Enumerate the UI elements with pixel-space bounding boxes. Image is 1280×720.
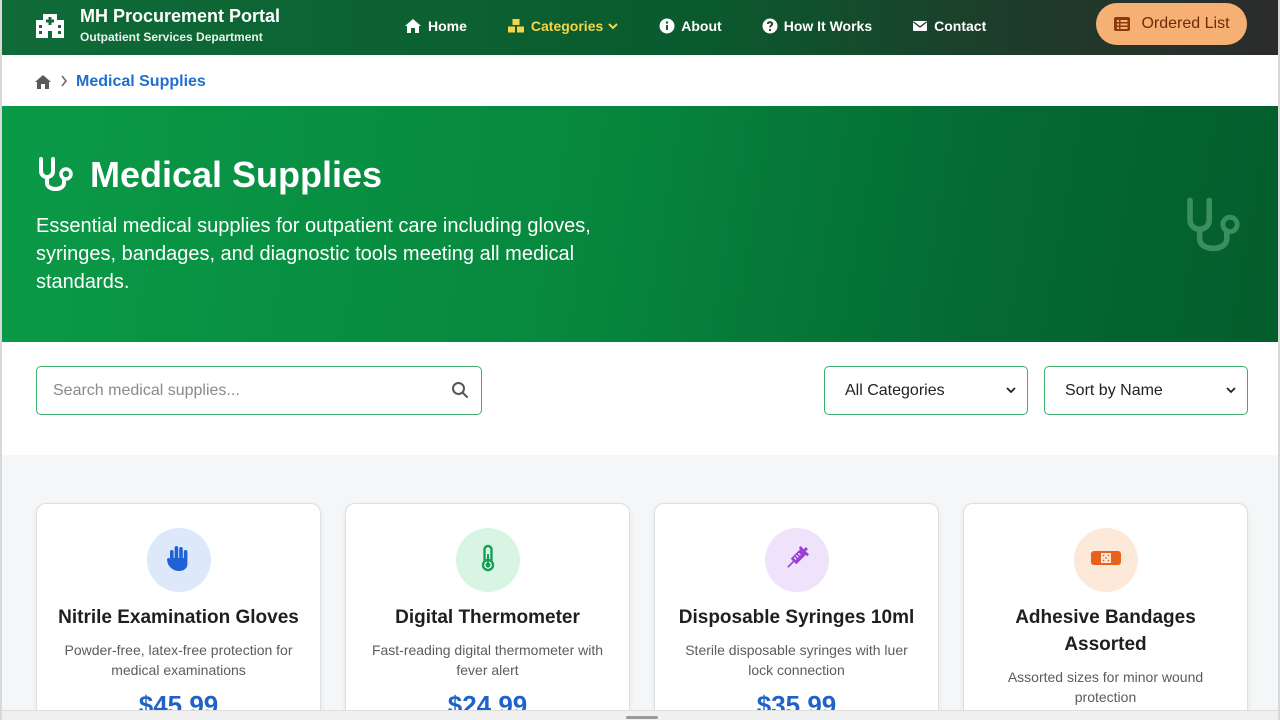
product-card[interactable]: Adhesive Bandages Assorted Assorted size… bbox=[963, 503, 1248, 720]
product-name: Nitrile Examination Gloves bbox=[58, 607, 299, 628]
category-select[interactable]: All Categories bbox=[824, 366, 1028, 415]
nav-contact[interactable]: Contact bbox=[912, 18, 986, 34]
nav-categories-label: Categories bbox=[530, 18, 604, 34]
search-input[interactable] bbox=[53, 381, 433, 400]
stethoscope-icon bbox=[36, 155, 76, 195]
search-box[interactable] bbox=[36, 366, 482, 415]
home-icon bbox=[404, 18, 422, 34]
product-icon-circle bbox=[147, 528, 211, 592]
envelope-icon bbox=[912, 19, 928, 33]
product-icon-circle bbox=[1074, 528, 1138, 592]
product-name: Digital Thermometer bbox=[395, 607, 580, 628]
page-title: Medical Supplies bbox=[36, 154, 382, 196]
nav-home-label: Home bbox=[428, 18, 467, 34]
brand[interactable]: MH Procurement Portal Outpatient Service… bbox=[34, 6, 280, 45]
syringe-icon bbox=[783, 544, 811, 577]
list-icon bbox=[1113, 16, 1131, 32]
hand-icon bbox=[166, 544, 192, 577]
product-icon-circle bbox=[456, 528, 520, 592]
page: MH Procurement Portal Outpatient Service… bbox=[0, 0, 1280, 720]
product-description: Assorted sizes for minor wound protectio… bbox=[1007, 669, 1204, 705]
filter-bar: All Categories Sort by Name bbox=[2, 342, 1278, 455]
brand-title: MH Procurement Portal bbox=[80, 6, 281, 26]
hospital-icon bbox=[34, 12, 66, 40]
thermometer-icon bbox=[480, 544, 496, 577]
page-title-text: Medical Supplies bbox=[90, 154, 383, 195]
hero-description: Essential medical supplies for outpatien… bbox=[36, 215, 591, 293]
search-icon[interactable] bbox=[451, 381, 469, 399]
product-description: Powder-free, latex-free protection for m… bbox=[64, 642, 293, 678]
product-name: Disposable Syringes 10ml bbox=[678, 607, 915, 628]
ordered-list-button[interactable]: Ordered List bbox=[1096, 3, 1247, 45]
product-grid: Nitrile Examination Gloves Powder-free, … bbox=[2, 455, 1278, 720]
breadcrumb: Medical Supplies bbox=[34, 62, 206, 102]
product-card[interactable]: Disposable Syringes 10ml Sterile disposa… bbox=[654, 503, 939, 720]
product-description: Fast-reading digital thermometer with fe… bbox=[371, 642, 604, 678]
breadcrumb-current: Medical Supplies bbox=[76, 73, 206, 90]
chevron-down-icon bbox=[1225, 383, 1237, 397]
brand-subtitle: Outpatient Services Department bbox=[80, 30, 263, 44]
product-icon-circle bbox=[765, 528, 829, 592]
nav-contact-label: Contact bbox=[934, 18, 987, 34]
stethoscope-watermark-icon bbox=[1182, 194, 1246, 263]
nav-about-label: About bbox=[681, 18, 722, 34]
chevron-down-icon bbox=[607, 21, 619, 31]
nav-home[interactable]: Home bbox=[404, 18, 467, 34]
product-card[interactable]: Digital Thermometer Fast-reading digital… bbox=[345, 503, 630, 720]
ordered-list-label: Ordered List bbox=[1141, 15, 1230, 32]
nav-how-it-works-label: How It Works bbox=[783, 18, 873, 34]
hero-banner: Medical Supplies Essential medical suppl… bbox=[2, 106, 1278, 342]
product-name: Adhesive Bandages Assorted bbox=[1015, 607, 1196, 655]
sort-select-value: Sort by Name bbox=[1065, 381, 1163, 399]
question-icon bbox=[762, 18, 778, 34]
category-select-value: All Categories bbox=[845, 381, 945, 399]
product-card[interactable]: Nitrile Examination Gloves Powder-free, … bbox=[36, 503, 321, 720]
chevron-down-icon bbox=[1005, 383, 1017, 397]
boxes-icon bbox=[507, 18, 525, 34]
nav-links: Home Categories About How It Works Conta… bbox=[404, 0, 1026, 52]
product-description: Sterile disposable syringes with luer lo… bbox=[685, 642, 908, 678]
top-navbar: MH Procurement Portal Outpatient Service… bbox=[2, 0, 1278, 55]
bandage-icon bbox=[1090, 549, 1122, 572]
sort-select[interactable]: Sort by Name bbox=[1044, 366, 1248, 415]
breadcrumb-home-icon[interactable] bbox=[34, 74, 52, 90]
nav-categories[interactable]: Categories bbox=[507, 18, 619, 34]
nav-about[interactable]: About bbox=[659, 18, 722, 34]
nav-how-it-works[interactable]: How It Works bbox=[762, 18, 872, 34]
chevron-right-icon bbox=[60, 74, 68, 90]
scrollbar-thumb[interactable] bbox=[626, 716, 658, 719]
info-icon bbox=[659, 18, 675, 34]
